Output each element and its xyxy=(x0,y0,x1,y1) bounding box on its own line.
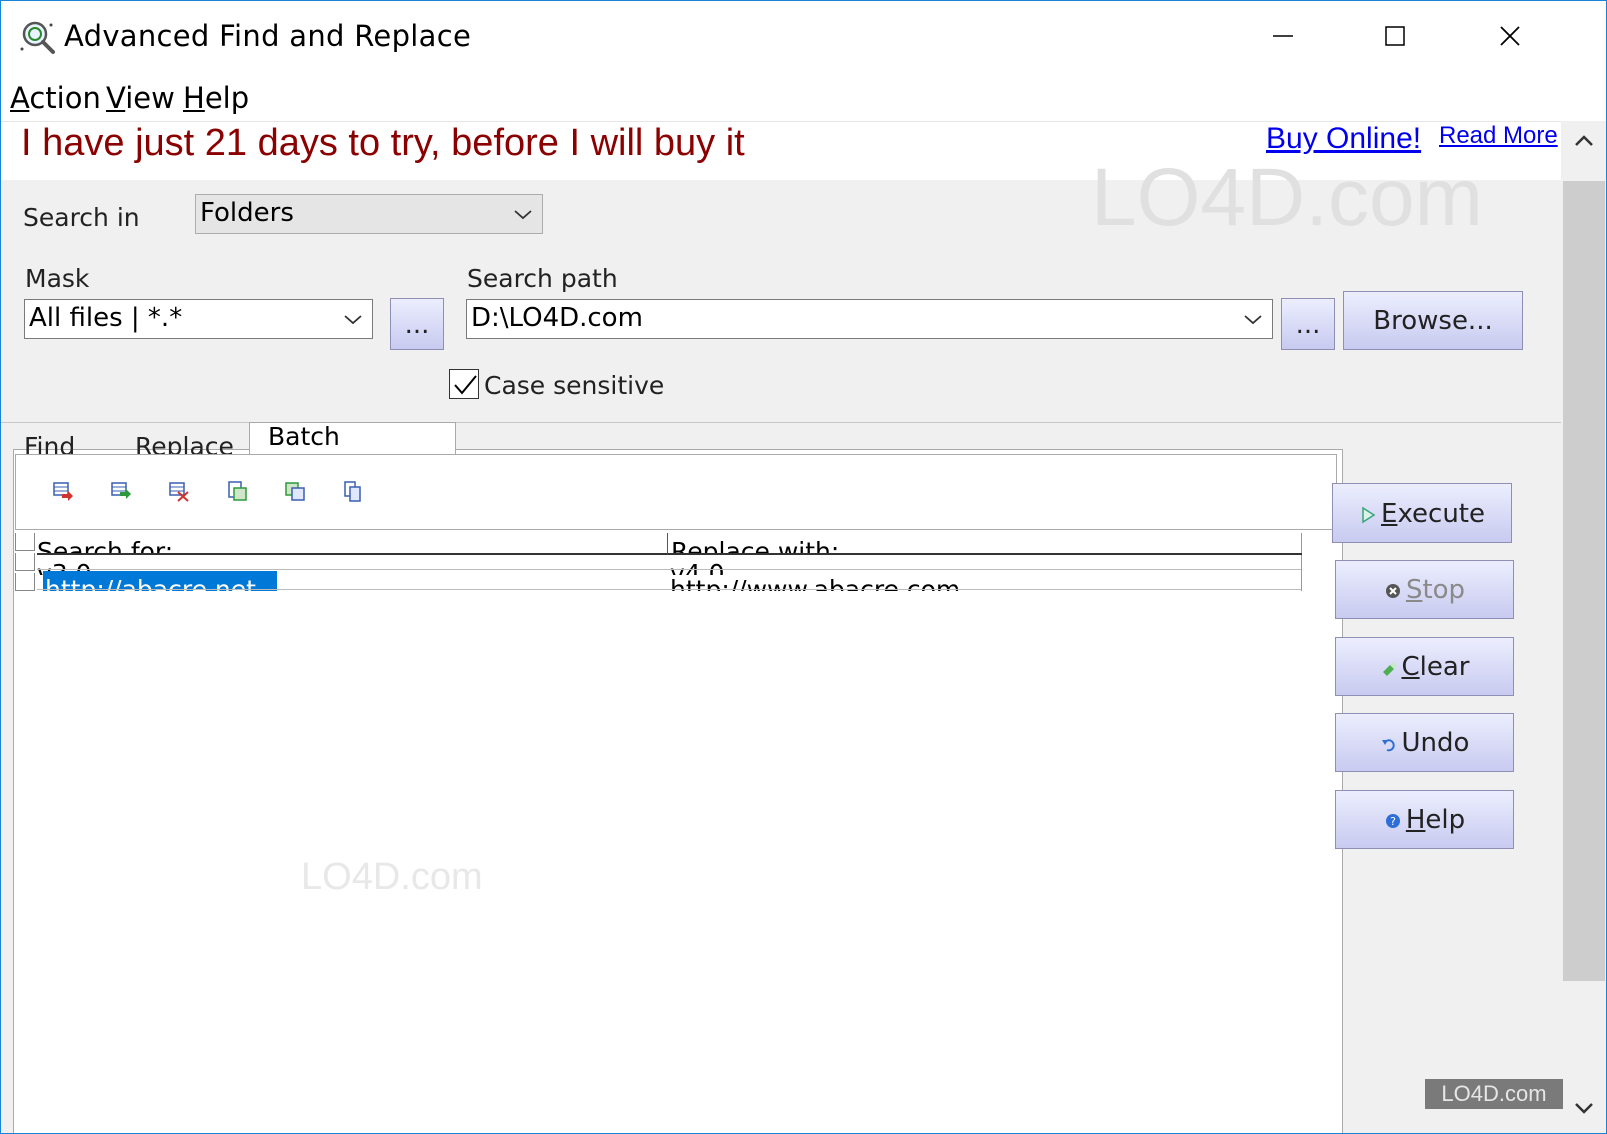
mask-label: Mask xyxy=(25,264,90,293)
tab-find[interactable]: Find xyxy=(24,426,114,456)
close-icon xyxy=(1500,26,1520,46)
batch-grid: Search for: Replace with: v3.0 v4.0 http… xyxy=(15,533,1337,595)
search-in-dropdown[interactable]: Folders xyxy=(195,194,543,234)
column-header-search[interactable]: Search for: xyxy=(37,533,667,555)
insert-row-icon[interactable] xyxy=(110,480,132,502)
maximize-icon xyxy=(1385,26,1405,46)
checkmark-icon xyxy=(454,375,477,395)
window-title: Advanced Find and Replace xyxy=(64,19,472,53)
vertical-scrollbar[interactable] xyxy=(1562,121,1606,1133)
copy-list-icon[interactable] xyxy=(342,480,364,502)
mask-options-button[interactable]: ... xyxy=(390,298,444,350)
watermark-logo: LO4D.com xyxy=(1091,152,1483,243)
watermark-corner: LO4D.com xyxy=(1425,1079,1563,1109)
row-divider xyxy=(37,569,1301,570)
menu-view[interactable]: View xyxy=(106,81,175,115)
column-header-replace[interactable]: Replace with: xyxy=(667,533,1302,555)
menu-help[interactable]: Help xyxy=(183,81,249,115)
clear-button[interactable]: Clear xyxy=(1335,637,1514,696)
svg-text:?: ? xyxy=(1390,815,1396,828)
close-button[interactable] xyxy=(1489,1,1604,71)
scroll-up-icon[interactable] xyxy=(1572,129,1596,153)
row-divider xyxy=(37,589,1301,590)
row-header[interactable] xyxy=(15,553,35,571)
minimize-button[interactable] xyxy=(1259,1,1374,71)
stop-icon xyxy=(1385,583,1400,598)
case-sensitive-checkbox[interactable] xyxy=(449,369,479,399)
read-more-link[interactable]: Read More xyxy=(1439,122,1558,150)
magnifier-app-icon xyxy=(20,21,55,54)
grid-cell-search-selected[interactable]: http://abacre.net xyxy=(43,571,277,591)
tab-replace[interactable]: Replace xyxy=(135,426,250,456)
help-icon: ? xyxy=(1385,813,1400,828)
search-path-value: D:\LO4D.com xyxy=(471,303,643,333)
title-bar: Advanced Find and Replace xyxy=(1,1,1606,71)
row-header[interactable] xyxy=(15,573,35,591)
add-row-icon[interactable] xyxy=(52,480,74,502)
save-list-icon[interactable] xyxy=(284,480,306,502)
app-window: Advanced Find and Replace Action View He… xyxy=(0,0,1607,1134)
mask-dropdown[interactable]: All files | *.* xyxy=(24,299,373,339)
undo-icon xyxy=(1381,738,1395,751)
chevron-down-icon xyxy=(514,210,532,220)
case-sensitive-label[interactable]: Case sensitive xyxy=(484,371,664,400)
trial-message: I have just 21 days to try, before I wil… xyxy=(21,122,745,164)
help-button[interactable]: ? Help xyxy=(1335,790,1514,849)
row-header[interactable] xyxy=(15,533,35,551)
watermark-small: LO4D.com xyxy=(301,856,483,898)
open-list-icon[interactable] xyxy=(226,480,248,502)
search-in-label: Search in xyxy=(23,203,140,232)
menu-bar: Action View Help xyxy=(1,71,1606,121)
chevron-down-icon xyxy=(1244,315,1262,325)
chevron-down-icon xyxy=(344,315,362,325)
mask-value: All files | *.* xyxy=(29,303,183,333)
delete-row-icon[interactable] xyxy=(168,480,190,502)
stop-button[interactable]: Stop xyxy=(1335,560,1514,619)
search-in-value: Folders xyxy=(200,198,294,228)
batch-toolbar xyxy=(15,454,1337,530)
minimize-icon xyxy=(1273,35,1293,37)
browse-button[interactable]: Browse... xyxy=(1343,291,1523,350)
scroll-down-icon[interactable] xyxy=(1572,1096,1596,1120)
undo-button[interactable]: Undo xyxy=(1335,713,1514,772)
section-divider xyxy=(1,422,1561,423)
execute-button[interactable]: Execute xyxy=(1332,483,1512,543)
maximize-button[interactable] xyxy=(1374,1,1489,71)
search-path-dropdown[interactable]: D:\LO4D.com xyxy=(466,299,1273,339)
scrollbar-thumb[interactable] xyxy=(1563,181,1605,981)
grid-cell-replace[interactable]: http://www.abacre.com xyxy=(670,571,1070,591)
play-icon xyxy=(1362,506,1376,523)
eraser-icon xyxy=(1382,661,1397,676)
menu-action[interactable]: Action xyxy=(10,81,101,115)
search-path-options-button[interactable]: ... xyxy=(1281,298,1335,350)
tab-batch-replace[interactable]: Batch Replace xyxy=(249,422,456,456)
search-path-label: Search path xyxy=(467,264,618,293)
